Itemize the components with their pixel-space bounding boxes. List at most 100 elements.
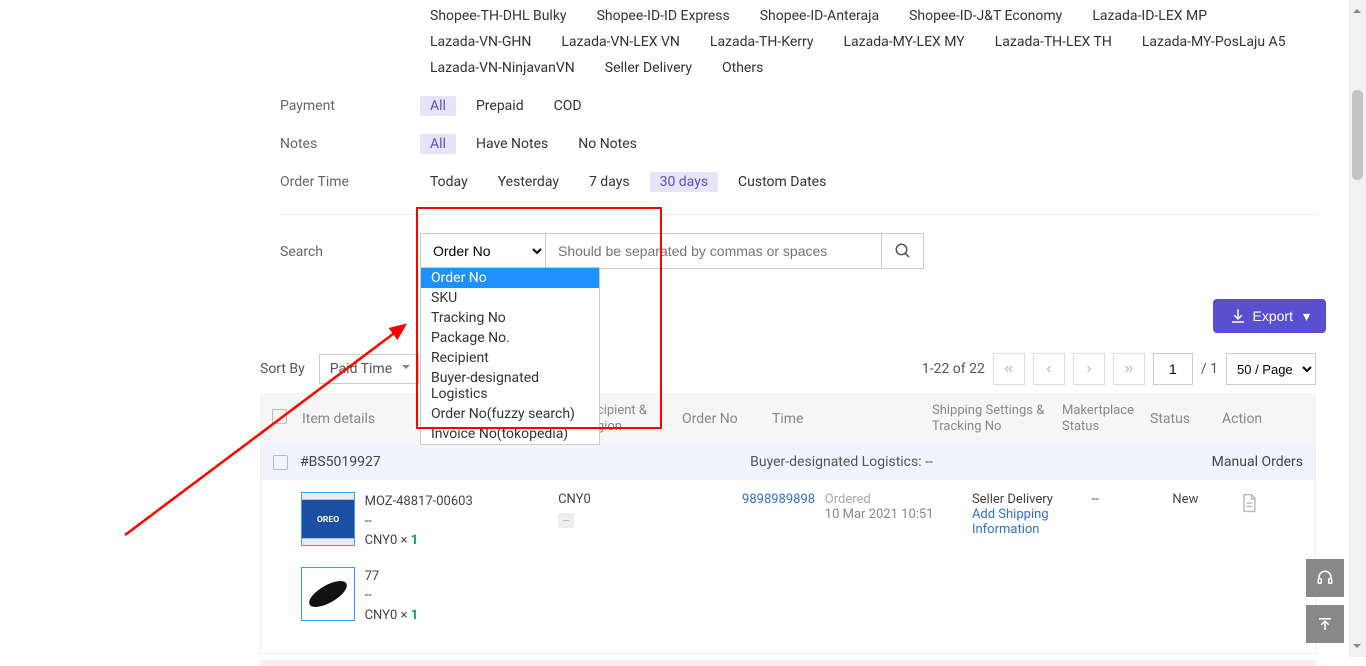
headset-icon — [1316, 569, 1334, 587]
svg-text:OREO: OREO — [316, 515, 338, 525]
order-status: New — [1172, 492, 1238, 641]
add-shipping-link[interactable]: Add Shipping Information — [972, 507, 1092, 537]
chevron-down-icon: ▾ — [1303, 308, 1310, 325]
search-dropdown-item[interactable]: SKU — [421, 288, 599, 308]
payment-tag: -- — [558, 513, 574, 528]
shipping-method: Seller Delivery — [972, 492, 1092, 507]
search-dropdown: Order NoSKUTracking NoPackage No.Recipie… — [420, 267, 600, 445]
order-id: #BS5019927 — [300, 454, 510, 470]
marketplace-status: -- — [1091, 492, 1172, 641]
order-checkbox[interactable] — [273, 455, 288, 470]
order-row: #BS5019927 Buyer-designated Logistics: -… — [260, 444, 1316, 654]
notes-option[interactable]: All — [420, 134, 456, 154]
pagination-summary: 1-22 of 22 — [922, 361, 985, 377]
search-dropdown-item[interactable]: Order No — [421, 268, 599, 288]
item-qty: 1 — [411, 608, 418, 623]
download-icon — [1229, 307, 1247, 325]
item-sku: 77 — [365, 567, 419, 587]
search-row: Search Order No Order NoSKUTracking NoPa… — [280, 214, 1316, 287]
logistics-option[interactable]: Lazada-TH-Kerry — [700, 32, 824, 52]
search-dropdown-item[interactable]: Tracking No — [421, 308, 599, 328]
logistics-option[interactable]: Seller Delivery — [595, 58, 702, 78]
logistics-option[interactable]: Shopee-ID-ID Express — [587, 6, 740, 26]
pagination-page-input[interactable] — [1153, 353, 1193, 385]
pagination-last[interactable]: » — [1113, 353, 1145, 385]
search-dropdown-item[interactable]: Order No(fuzzy search) — [421, 404, 599, 424]
order-time-label: Order Time — [280, 172, 420, 190]
sort-by-label: Sort By — [260, 361, 305, 377]
export-button[interactable]: Export ▾ — [1213, 299, 1327, 333]
payment-option[interactable]: All — [420, 96, 456, 116]
th-status: Status — [1150, 411, 1222, 427]
pagination-first[interactable]: « — [993, 353, 1025, 385]
payment-option[interactable]: COD — [544, 96, 592, 116]
th-marketplace: Makertplace Status — [1062, 403, 1150, 434]
arrow-up-icon — [1316, 615, 1334, 633]
logistics-option[interactable]: Shopee-ID-J&T Economy — [899, 6, 1072, 26]
warning-strip — [260, 660, 1316, 666]
logistics-option[interactable]: Others — [712, 58, 773, 78]
order-time-option[interactable]: Custom Dates — [728, 172, 836, 192]
search-dropdown-item[interactable]: Invoice No(tokopedia) — [421, 424, 599, 444]
item-price: CNY0 — [365, 533, 398, 548]
notes-option[interactable]: Have Notes — [466, 134, 558, 154]
table-header: Item details Order Value & Payment Recip… — [260, 393, 1316, 444]
logistics-filter-row: Shopee-TH-DHL Bulky Shopee-ID-ID Express S… — [280, 0, 1316, 90]
logistics-option[interactable]: Lazada-MY-LEX MY — [833, 32, 974, 52]
notes-option[interactable]: No Notes — [568, 134, 647, 154]
payment-option[interactable]: Prepaid — [466, 96, 534, 116]
pagination-prev[interactable]: ‹ — [1033, 353, 1065, 385]
search-icon — [894, 242, 912, 260]
order-time-value: 10 Mar 2021 10:51 — [825, 507, 972, 522]
order-logistics: Buyer-designated Logistics: -- — [510, 454, 1173, 470]
times-icon: × — [401, 533, 408, 548]
pagination: 1-22 of 22 « ‹ › » / 1 50 / Page — [922, 353, 1316, 385]
item-thumbnail[interactable]: OREO — [301, 492, 355, 546]
order-time-option[interactable]: Today — [420, 172, 478, 192]
logistics-option[interactable]: Lazada-MY-PosLaju A5 — [1132, 32, 1296, 52]
logistics-option[interactable]: Shopee-TH-DHL Bulky — [420, 6, 577, 26]
item-thumbnail[interactable] — [301, 567, 355, 621]
item-variant: -- — [365, 586, 419, 606]
order-time-option[interactable]: Yesterday — [488, 172, 569, 192]
search-dropdown-item[interactable]: Buyer-designated Logistics — [421, 368, 599, 404]
notes-label: Notes — [280, 134, 420, 152]
order-no-link[interactable]: 9898989898 — [742, 492, 815, 507]
payment-filter-row: Payment All Prepaid COD — [280, 90, 1316, 128]
order-time-filter-row: Order Time Today Yesterday 7 days 30 days Cu… — [280, 166, 1316, 204]
search-button[interactable] — [882, 233, 924, 269]
order-line-item: 77-- CNY0 × 1 — [301, 567, 559, 642]
pagination-next[interactable]: › — [1073, 353, 1105, 385]
times-icon: × — [401, 608, 408, 623]
order-value: CNY0 — [558, 492, 650, 507]
logistics-option[interactable]: Lazada-VN-LEX VN — [551, 32, 690, 52]
logistics-option[interactable]: Lazada-VN-NinjavanVN — [420, 58, 585, 78]
th-time: Time — [772, 411, 932, 427]
order-source-label: Manual Orders — [1173, 454, 1303, 470]
search-dropdown-item[interactable]: Package No. — [421, 328, 599, 348]
support-chat-button[interactable] — [1306, 559, 1344, 597]
pagination-perpage-select[interactable]: 50 / Page — [1226, 353, 1316, 385]
order-time-status: Ordered — [825, 492, 972, 507]
pagination-total: / 1 — [1201, 361, 1218, 377]
select-all-checkbox[interactable] — [272, 409, 287, 424]
logistics-option[interactable]: Lazada-ID-LEX MP — [1082, 6, 1217, 26]
payment-label: Payment — [280, 96, 420, 114]
search-type-select[interactable]: Order No — [420, 233, 546, 269]
search-dropdown-item[interactable]: Recipient — [421, 348, 599, 368]
th-order-no: Order No — [682, 411, 772, 427]
item-variant: -- — [365, 512, 473, 532]
order-time-option[interactable]: 30 days — [650, 172, 718, 192]
logistics-option[interactable]: Lazada-TH-LEX TH — [985, 32, 1122, 52]
search-label: Search — [280, 242, 420, 260]
order-time-option[interactable]: 7 days — [579, 172, 640, 192]
item-price: CNY0 — [365, 608, 398, 623]
logistics-option[interactable]: Shopee-ID-Anteraja — [750, 6, 889, 26]
back-to-top-button[interactable] — [1306, 605, 1344, 643]
th-shipping: Shipping Settings & Tracking No — [932, 403, 1062, 434]
vertical-scrollbar[interactable] — [1349, 0, 1366, 657]
logistics-option[interactable]: Lazada-VN-GHN — [420, 32, 541, 52]
sort-select[interactable]: Paid Time — [319, 354, 419, 384]
note-icon[interactable] — [1239, 492, 1259, 514]
search-input[interactable] — [546, 233, 882, 269]
